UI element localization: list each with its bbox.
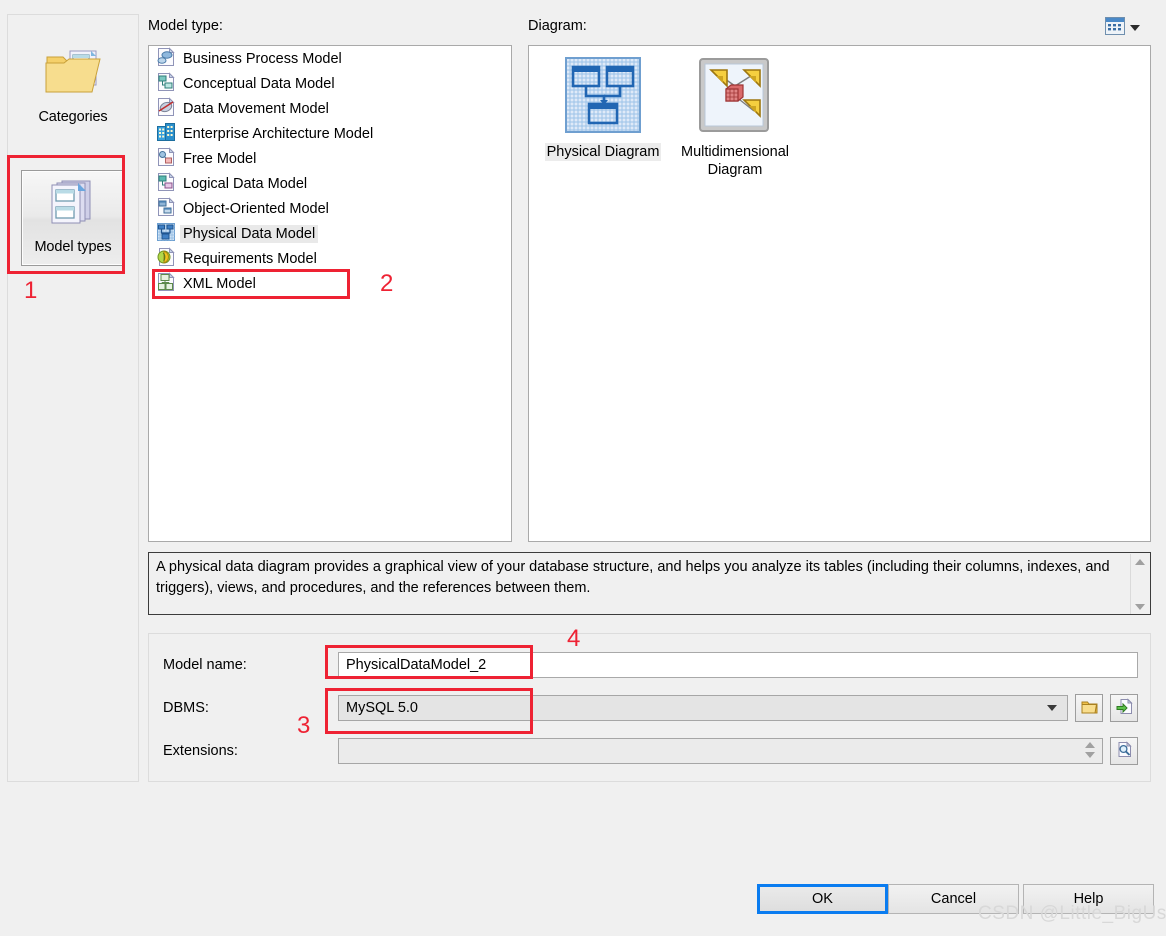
scroll-down-icon[interactable] <box>1135 604 1145 610</box>
list-item-label: Requirements Model <box>183 251 317 267</box>
list-item-label: Physical Data Model <box>180 225 318 243</box>
model-name-input[interactable]: PhysicalDataModel_2 <box>338 652 1138 678</box>
chevron-down-icon <box>1130 25 1140 31</box>
sidebar-item-categories[interactable]: Categories <box>21 41 125 137</box>
list-item-label: Logical Data Model <box>183 176 307 192</box>
sidebar-item-label: Categories <box>38 109 107 125</box>
conceptual-data-model-icon <box>156 72 176 96</box>
dbms-selected-value: MySQL 5.0 <box>346 700 418 716</box>
enterprise-architecture-model-icon <box>156 122 176 146</box>
extensions-label: Extensions: <box>163 743 338 759</box>
diagram-list[interactable]: Physical Diagram <box>528 45 1151 542</box>
diagram-label: Diagram: <box>528 18 587 34</box>
business-process-model-icon <box>156 47 176 71</box>
sidebar: Categories Model types <box>7 14 139 782</box>
dbms-label: DBMS: <box>163 700 338 716</box>
ok-button[interactable]: OK <box>757 884 888 914</box>
description-box: A physical data diagram provides a graph… <box>148 552 1151 615</box>
diagram-item-physical-diagram[interactable]: Physical Diagram <box>537 56 669 161</box>
dbms-select[interactable]: MySQL 5.0 <box>338 695 1068 721</box>
dbms-browse-button[interactable] <box>1075 694 1103 722</box>
chevron-down-icon <box>1047 705 1057 711</box>
list-item-label: Business Process Model <box>183 51 342 67</box>
physical-diagram-icon <box>564 122 642 138</box>
xml-model-icon <box>156 272 176 296</box>
import-document-icon <box>1116 698 1133 719</box>
object-oriented-model-icon <box>156 197 176 221</box>
stepper-down-icon[interactable] <box>1085 752 1095 758</box>
list-item-conceptual-data-model[interactable]: Conceptual Data Model <box>149 71 511 96</box>
multidimensional-diagram-icon <box>696 122 774 138</box>
model-type-list[interactable]: Business Process Model Conceptual Data M… <box>148 45 512 542</box>
stacked-documents-icon <box>44 177 102 235</box>
diagram-item-label: Physical Diagram <box>545 143 662 161</box>
cancel-button[interactable]: Cancel <box>888 884 1019 914</box>
list-item-data-movement-model[interactable]: Data Movement Model <box>149 96 511 121</box>
extensions-preview-button[interactable] <box>1110 737 1138 765</box>
list-item-requirements-model[interactable]: Requirements Model <box>149 246 511 271</box>
list-item-enterprise-architecture-model[interactable]: Enterprise Architecture Model <box>149 121 511 146</box>
new-model-dialog: Categories Model types Model type: Diagr… <box>0 0 1166 936</box>
model-name-label: Model name: <box>163 657 338 673</box>
dbms-import-button[interactable] <box>1110 694 1138 722</box>
list-item-physical-data-model[interactable]: Physical Data Model <box>149 221 511 246</box>
folder-documents-icon <box>44 47 102 105</box>
list-item-free-model[interactable]: Free Model <box>149 146 511 171</box>
free-model-icon <box>156 147 176 171</box>
sidebar-item-model-types[interactable]: Model types <box>21 170 125 266</box>
extensions-input[interactable] <box>338 738 1103 764</box>
data-movement-model-icon <box>156 97 176 121</box>
diagram-item-label: Multidimensional Diagram <box>669 143 801 179</box>
logical-data-model-icon <box>156 172 176 196</box>
list-item-label: Data Movement Model <box>183 101 329 117</box>
list-item-business-process-model[interactable]: Business Process Model <box>149 46 511 71</box>
folder-icon <box>1081 699 1098 718</box>
model-type-label: Model type: <box>148 18 223 34</box>
description-scrollbar[interactable] <box>1130 554 1149 615</box>
list-item-label: Enterprise Architecture Model <box>183 126 373 142</box>
physical-data-model-icon <box>156 222 176 246</box>
list-item-object-oriented-model[interactable]: Object-Oriented Model <box>149 196 511 221</box>
description-text: A physical data diagram provides a graph… <box>156 559 1110 596</box>
list-item-xml-model[interactable]: XML Model <box>149 271 511 296</box>
model-name-row: Model name: PhysicalDataModel_2 <box>163 652 1138 678</box>
view-mode-dropdown[interactable] <box>1105 17 1140 39</box>
magnifier-document-icon <box>1116 741 1133 762</box>
list-item-label: Object-Oriented Model <box>183 201 329 217</box>
list-view-icon <box>1105 17 1125 39</box>
list-item-label: Free Model <box>183 151 256 167</box>
scroll-up-icon[interactable] <box>1135 559 1145 565</box>
dbms-row: DBMS: MySQL 5.0 <box>163 695 1138 721</box>
list-item-label: XML Model <box>183 276 256 292</box>
help-button[interactable]: Help <box>1023 884 1154 914</box>
extensions-row: Extensions: <box>163 738 1138 764</box>
model-settings-group: Model name: PhysicalDataModel_2 DBMS: My… <box>148 633 1151 782</box>
diagram-item-multidimensional-diagram[interactable]: Multidimensional Diagram <box>669 56 801 179</box>
stepper-up-icon[interactable] <box>1085 742 1095 748</box>
list-item-logical-data-model[interactable]: Logical Data Model <box>149 171 511 196</box>
extensions-stepper[interactable] <box>1085 742 1095 758</box>
requirements-model-icon <box>156 247 176 271</box>
sidebar-item-label: Model types <box>34 239 111 255</box>
list-item-label: Conceptual Data Model <box>183 76 335 92</box>
